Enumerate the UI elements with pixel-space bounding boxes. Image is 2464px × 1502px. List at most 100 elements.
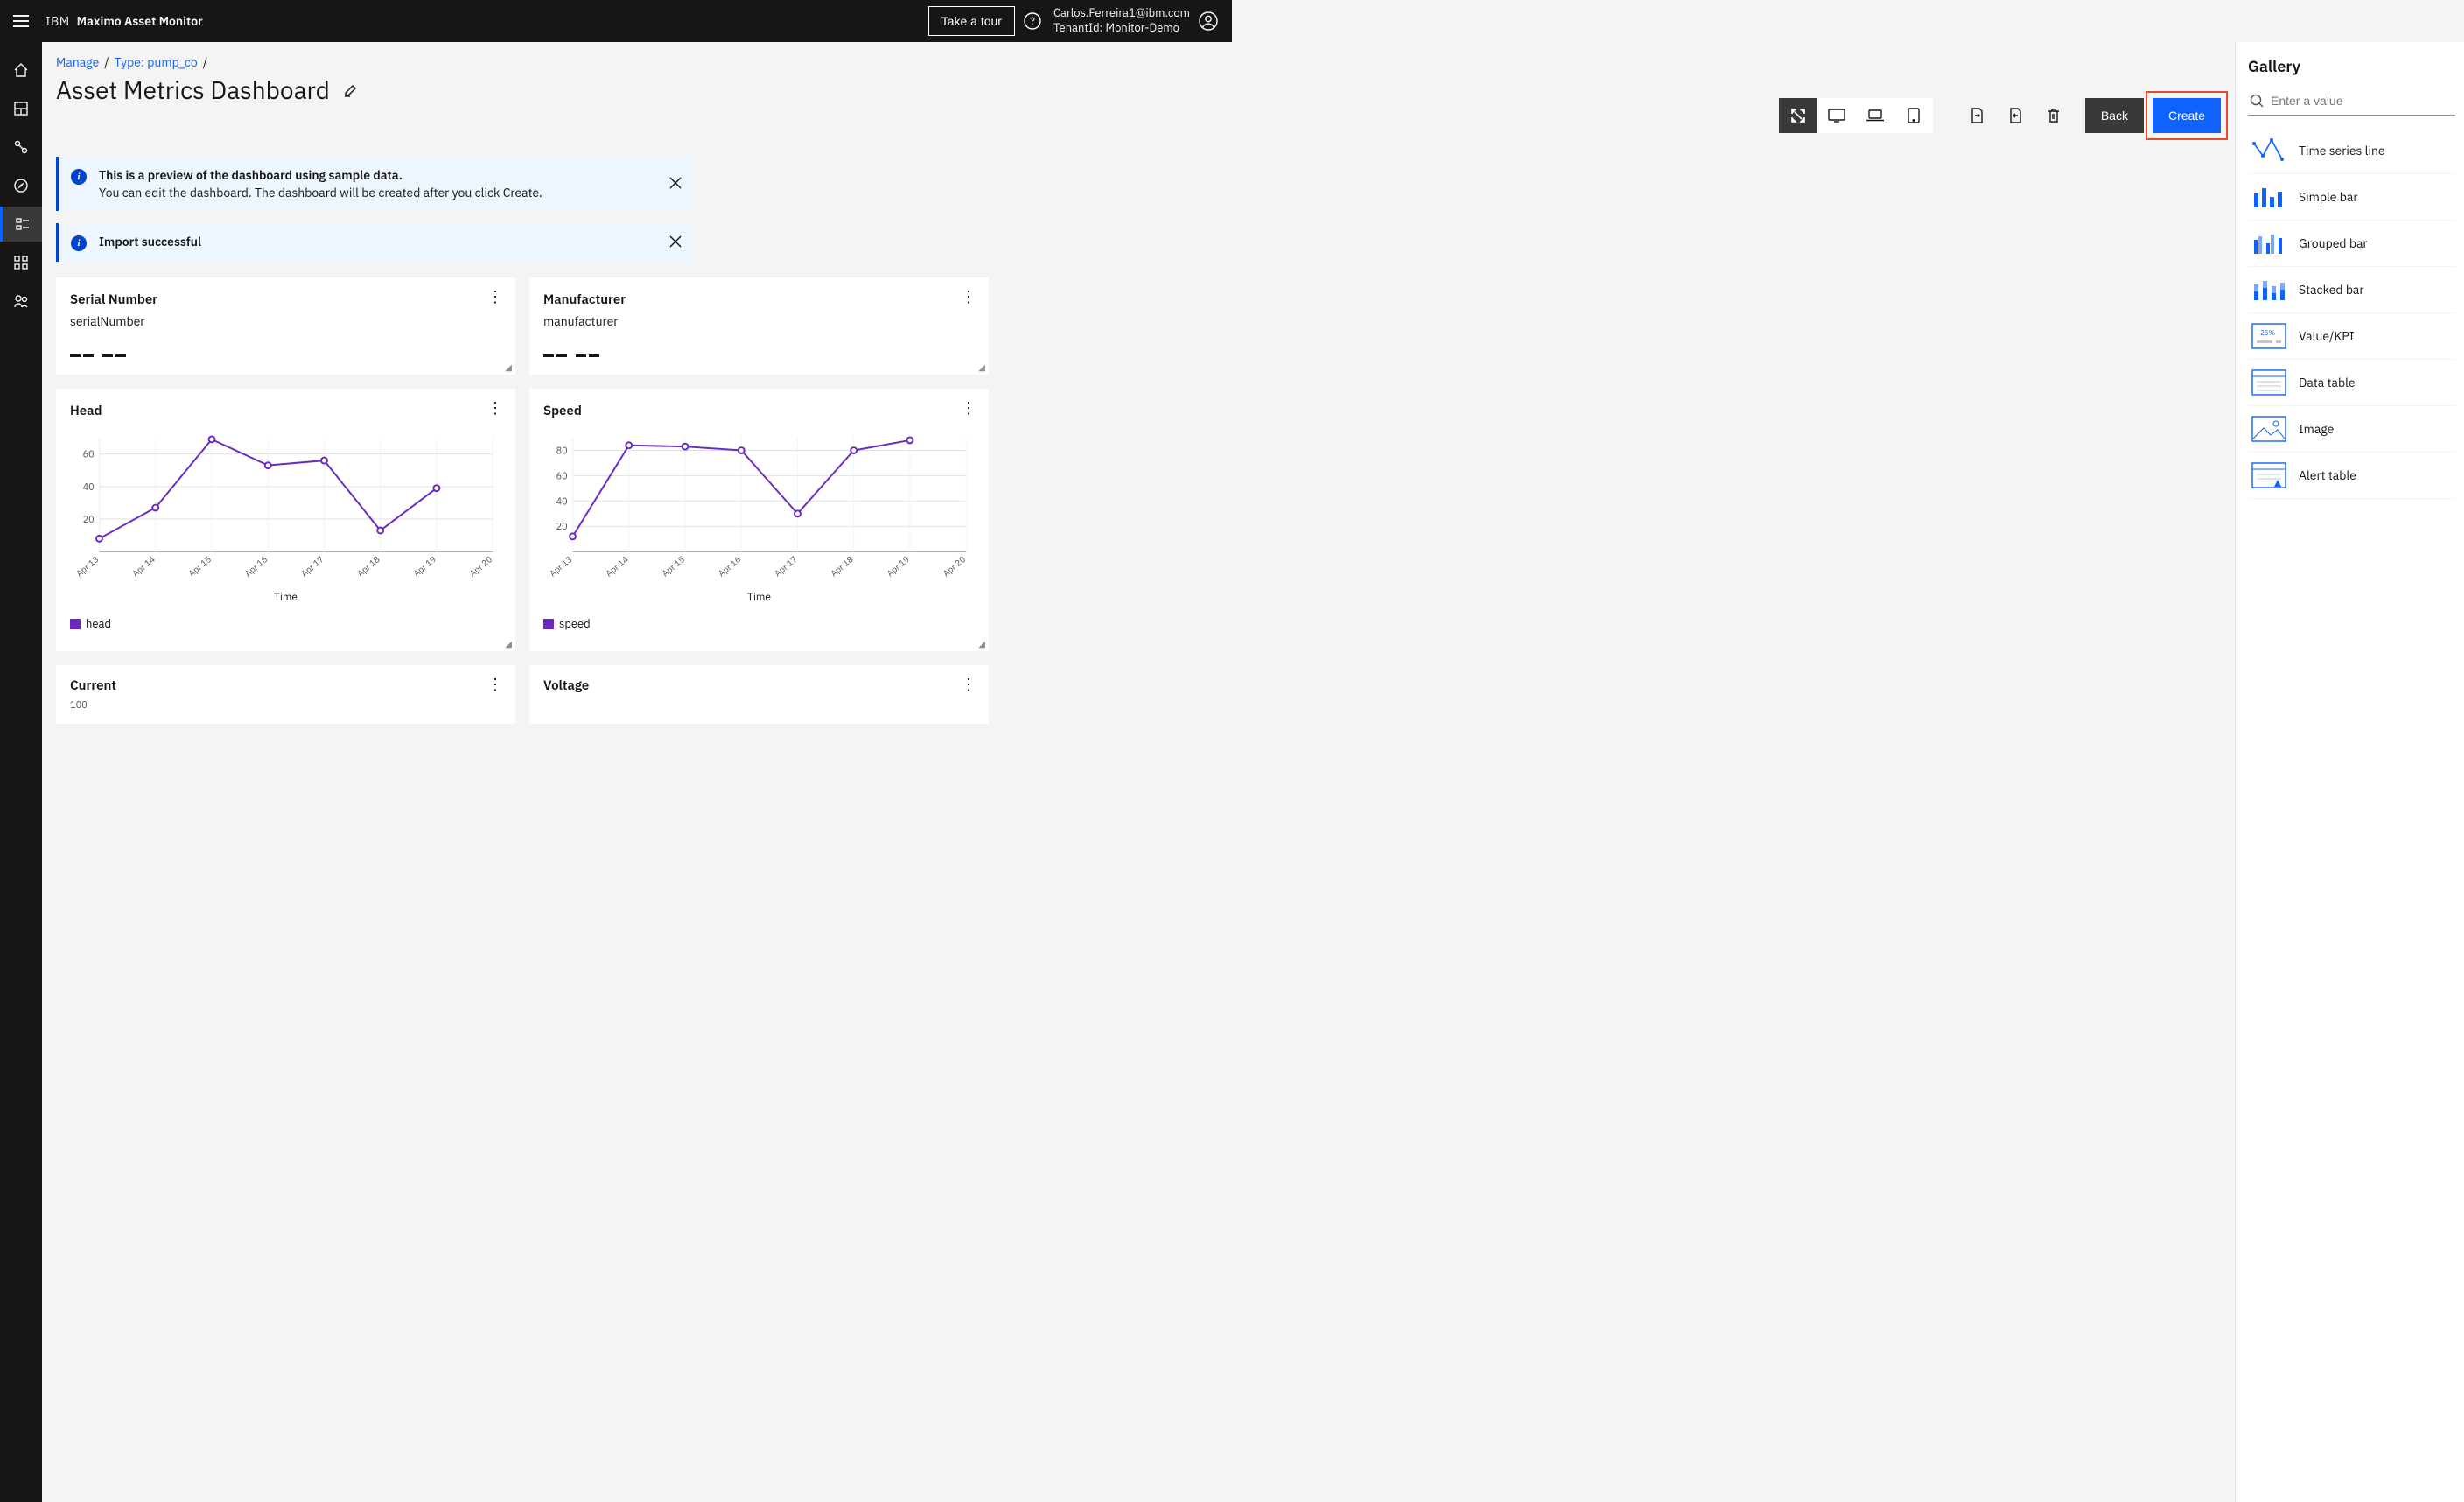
gallery-item-image[interactable]: Image — [2248, 406, 2455, 453]
avatar-icon[interactable] — [1199, 11, 1218, 31]
svg-text:Apr 15: Apr 15 — [660, 553, 687, 579]
menu-icon[interactable] — [0, 0, 42, 42]
overflow-menu-icon[interactable]: ⋮ — [487, 404, 503, 411]
nav-monitor-icon[interactable] — [0, 207, 42, 242]
overflow-menu-icon[interactable]: ⋮ — [961, 681, 976, 687]
tablet-view-icon[interactable] — [1894, 98, 1933, 133]
chart-xlabel: Time — [70, 591, 501, 604]
help-icon[interactable]: ? — [1015, 0, 1050, 42]
card-title: Serial Number — [70, 291, 501, 308]
image-icon — [2251, 415, 2286, 443]
resize-handle-icon[interactable]: ◢ — [978, 361, 985, 373]
back-button[interactable]: Back — [2085, 98, 2144, 133]
svg-text:Apr 14: Apr 14 — [604, 553, 631, 579]
overflow-menu-icon[interactable]: ⋮ — [961, 404, 976, 411]
gallery-item-label: Time series line — [2299, 143, 2385, 158]
import-icon[interactable] — [1957, 98, 1996, 133]
chart-legend: speed — [543, 616, 975, 631]
alert-table-icon — [2251, 461, 2286, 489]
card-manufacturer[interactable]: Manufacturer manufacturer ⋮ ◢ — [529, 277, 989, 375]
notif-title: Import successful — [99, 234, 201, 249]
left-nav-rail — [0, 42, 42, 1502]
gallery-item-label: Simple bar — [2299, 189, 2358, 205]
info-icon: i — [71, 235, 87, 251]
laptop-view-icon[interactable] — [1856, 98, 1894, 133]
svg-text:Apr 16: Apr 16 — [242, 553, 270, 579]
card-serial-number[interactable]: Serial Number serialNumber ⋮ ◢ — [56, 277, 515, 375]
gallery-item-valuekpi[interactable]: 25% Value/KPI — [2248, 313, 2455, 360]
create-button[interactable]: Create — [2152, 98, 2221, 133]
svg-text:Apr 19: Apr 19 — [885, 553, 912, 579]
desktop-view-icon[interactable] — [1817, 98, 1856, 133]
card-title: Current — [70, 677, 501, 694]
delete-icon[interactable] — [2034, 98, 2073, 133]
top-header: IBM Maximo Asset Monitor Take a tour ? C… — [0, 0, 1232, 42]
nav-users-icon[interactable] — [0, 284, 42, 319]
overflow-menu-icon[interactable]: ⋮ — [487, 681, 503, 687]
card-speed-chart[interactable]: Speed ⋮ 20406080Apr 13Apr 14Apr 15Apr 16… — [529, 389, 989, 651]
gallery-item-datatable[interactable]: Data table — [2248, 360, 2455, 406]
gallery-search[interactable] — [2248, 88, 2455, 116]
simple-bar-icon — [2251, 183, 2286, 211]
gallery-item-groupedbar[interactable]: Grouped bar — [2248, 221, 2455, 267]
gallery-search-input[interactable] — [2271, 94, 2455, 108]
gallery-title: Gallery — [2248, 56, 2455, 76]
brand: IBM Maximo Asset Monitor — [46, 13, 203, 29]
user-email: Carlos.Ferreira1@ibm.com — [1054, 6, 1190, 21]
breadcrumb-type[interactable]: Type: pump_co — [115, 54, 198, 70]
resize-handle-icon[interactable]: ◢ — [505, 638, 512, 649]
card-voltage[interactable]: Voltage ⋮ — [529, 665, 989, 724]
breadcrumb: Manage / Type: pump_co / — [56, 54, 2221, 70]
card-title: Manufacturer — [543, 291, 975, 308]
svg-text:80: 80 — [556, 444, 568, 456]
dashboard-toolbar: Back Create — [1779, 98, 2221, 133]
nav-connections-icon[interactable] — [0, 130, 42, 165]
nav-apps-icon[interactable] — [0, 245, 42, 280]
edit-title-icon[interactable] — [342, 81, 360, 99]
gallery-item-stackedbar[interactable]: Stacked bar — [2248, 267, 2455, 313]
chart-legend: head — [70, 616, 501, 631]
brand-product: Maximo Asset Monitor — [77, 13, 203, 29]
search-icon — [2250, 94, 2264, 108]
overflow-menu-icon[interactable]: ⋮ — [961, 293, 976, 299]
close-icon[interactable] — [670, 235, 681, 250]
nav-home-icon[interactable] — [0, 53, 42, 88]
head-chart: 204060Apr 13Apr 14Apr 15Apr 16Apr 17Apr … — [70, 419, 501, 586]
gallery-item-timeseries[interactable]: Time series line — [2248, 128, 2455, 174]
svg-text:Apr 20: Apr 20 — [467, 553, 494, 579]
card-title: Speed — [543, 403, 975, 419]
grouped-bar-icon — [2251, 229, 2286, 257]
breadcrumb-manage[interactable]: Manage — [56, 54, 99, 70]
chart-xlabel: Time — [543, 591, 975, 604]
export-icon[interactable] — [1996, 98, 2034, 133]
card-head-chart[interactable]: Head ⋮ 204060Apr 13Apr 14Apr 15Apr 16Apr… — [56, 389, 515, 651]
nav-explore-icon[interactable] — [0, 168, 42, 203]
svg-text:Apr 13: Apr 13 — [547, 553, 574, 579]
close-icon[interactable] — [670, 176, 681, 192]
nav-dashboard-icon[interactable] — [0, 91, 42, 126]
info-icon: i — [71, 169, 87, 185]
gallery-item-simplebar[interactable]: Simple bar — [2248, 174, 2455, 221]
gallery-item-alerttable[interactable]: Alert table — [2248, 453, 2455, 499]
legend-label: head — [86, 616, 111, 631]
svg-text:Apr 18: Apr 18 — [354, 553, 382, 579]
svg-text:Apr 19: Apr 19 — [411, 553, 438, 579]
card-subtitle: serialNumber — [70, 313, 501, 329]
svg-text:20: 20 — [556, 520, 568, 532]
gallery-item-label: Alert table — [2299, 467, 2356, 483]
resize-handle-icon[interactable]: ◢ — [505, 361, 512, 373]
gallery-item-label: Grouped bar — [2299, 235, 2368, 251]
stacked-bar-icon — [2251, 276, 2286, 304]
gallery-item-label: Value/KPI — [2299, 328, 2354, 344]
fullscreen-icon[interactable] — [1779, 98, 1817, 133]
overflow-menu-icon[interactable]: ⋮ — [487, 293, 503, 299]
tenant-id: TenantId: Monitor-Demo — [1054, 21, 1190, 36]
card-title: Head — [70, 403, 501, 419]
card-current[interactable]: Current ⋮ 100 — [56, 665, 515, 724]
svg-text:Apr 17: Apr 17 — [772, 553, 799, 579]
svg-text:40: 40 — [556, 495, 568, 507]
resize-handle-icon[interactable]: ◢ — [978, 638, 985, 649]
svg-text:60: 60 — [556, 469, 568, 481]
take-tour-button[interactable]: Take a tour — [928, 6, 1015, 36]
user-block[interactable]: Carlos.Ferreira1@ibm.com TenantId: Monit… — [1054, 6, 1218, 36]
